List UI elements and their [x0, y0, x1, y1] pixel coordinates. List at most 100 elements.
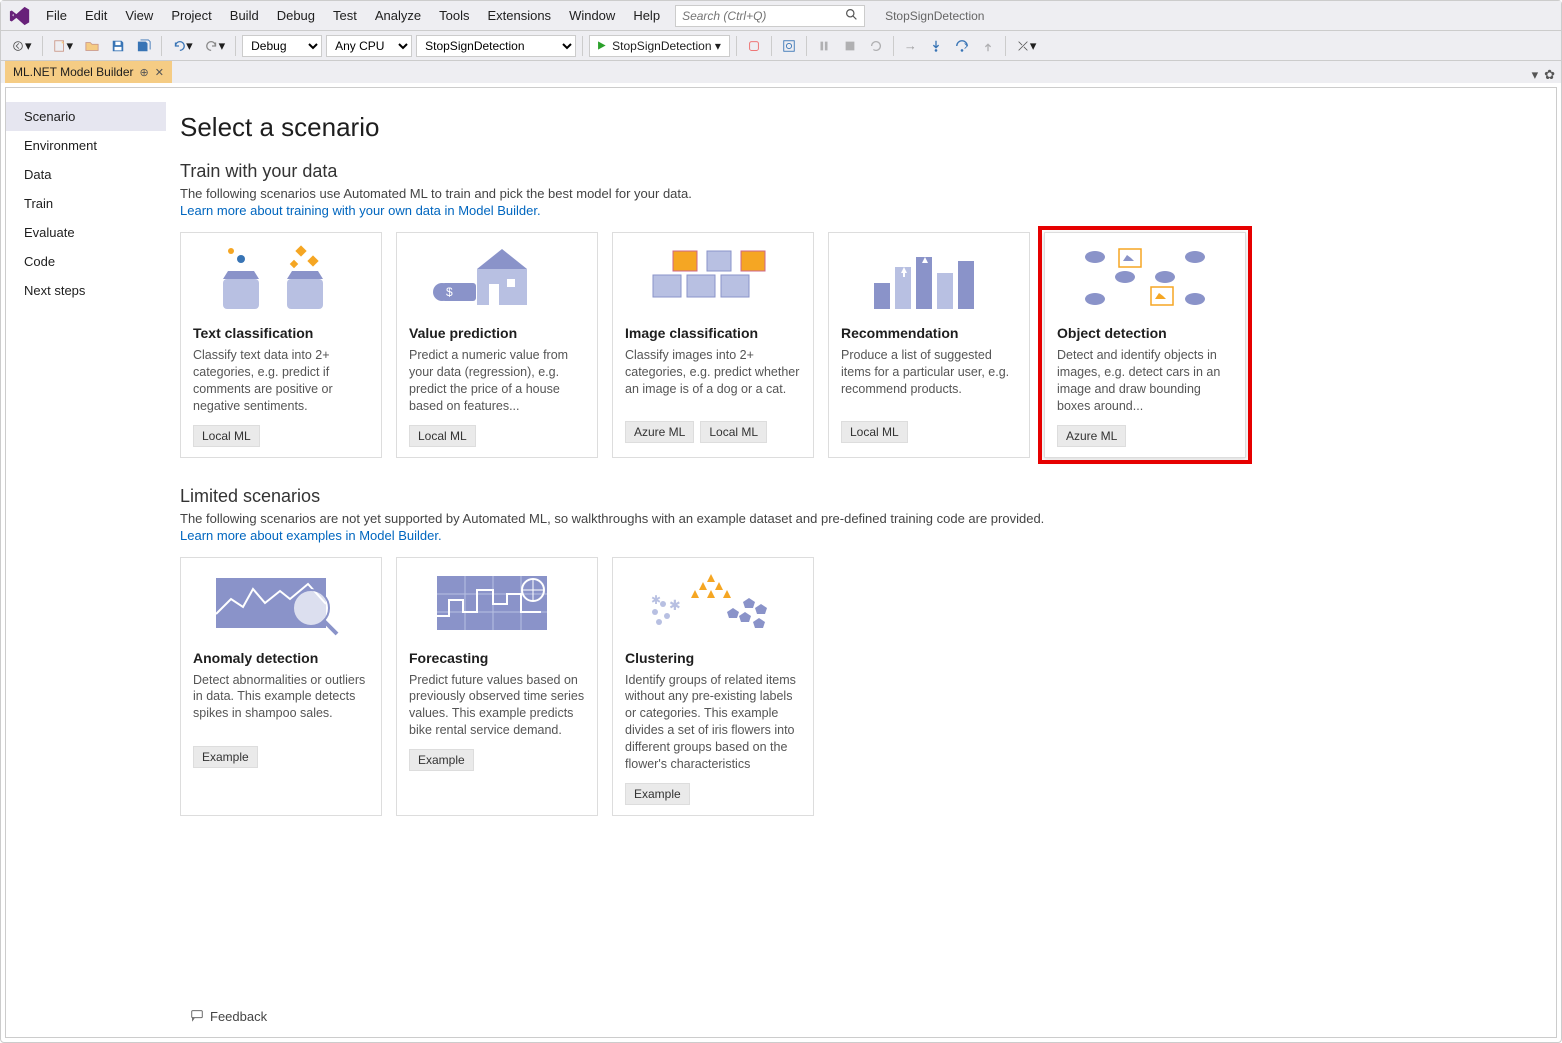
- card-title: Value prediction: [397, 325, 597, 347]
- save-icon[interactable]: [106, 35, 130, 57]
- quick-launch-search[interactable]: [675, 5, 865, 27]
- separator: [161, 36, 162, 56]
- sidebar-item-evaluate[interactable]: Evaluate: [6, 218, 166, 247]
- card-title: Clustering: [613, 650, 813, 672]
- card-tags: Local ML: [397, 415, 597, 447]
- feedback-link[interactable]: Feedback: [190, 1008, 267, 1025]
- card-tags: Local ML: [181, 415, 381, 447]
- scenario-card[interactable]: Recommendation Produce a list of suggest…: [828, 232, 1030, 458]
- step-over-icon[interactable]: [950, 35, 974, 57]
- menu-project[interactable]: Project: [162, 4, 220, 27]
- content-area: Select a scenario Train with your data T…: [166, 88, 1556, 1037]
- document-tabstrip: ML.NET Model Builder ⊕ ✕ ▾ ✿: [1, 61, 1561, 83]
- sidebar-item-next-steps[interactable]: Next steps: [6, 276, 166, 305]
- tab-options-icon[interactable]: ✿: [1544, 67, 1555, 83]
- document-tab-model-builder[interactable]: ML.NET Model Builder ⊕ ✕: [5, 61, 172, 83]
- scenario-tag: Local ML: [841, 421, 908, 443]
- section-heading-train: Train with your data: [180, 161, 1516, 182]
- menu-view[interactable]: View: [116, 4, 162, 27]
- save-all-icon[interactable]: [132, 35, 156, 57]
- card-title: Recommendation: [829, 325, 1029, 347]
- start-button-label: StopSignDetection: [612, 39, 711, 53]
- step-next-icon[interactable]: →: [899, 35, 922, 57]
- editor-surface: Scenario Environment Data Train Evaluate…: [5, 87, 1557, 1038]
- menu-debug[interactable]: Debug: [268, 4, 324, 27]
- browse-icon[interactable]: [777, 35, 801, 57]
- card-illustration-icon: [181, 558, 381, 650]
- card-description: Predict future values based on previousl…: [397, 672, 597, 740]
- card-tags: Example: [181, 736, 381, 768]
- stop-icon[interactable]: [838, 35, 862, 57]
- scenario-card[interactable]: Object detection Detect and identify obj…: [1044, 232, 1246, 458]
- search-icon: [845, 8, 858, 24]
- separator: [736, 36, 737, 56]
- wizard-sidebar: Scenario Environment Data Train Evaluate…: [6, 88, 166, 1037]
- scenario-tag: Azure ML: [1057, 425, 1126, 447]
- sidebar-item-train[interactable]: Train: [6, 189, 166, 218]
- card-description: Detect and identify objects in images, e…: [1045, 347, 1245, 415]
- scenario-card[interactable]: Text classification Classify text data i…: [180, 232, 382, 458]
- menu-extensions[interactable]: Extensions: [478, 4, 560, 27]
- card-illustration-icon: [181, 233, 381, 325]
- start-debugging-button[interactable]: StopSignDetection ▾: [589, 35, 730, 57]
- search-input[interactable]: [682, 9, 845, 23]
- configuration-select[interactable]: Debug: [242, 35, 322, 57]
- scenario-card[interactable]: Anomaly detection Detect abnormalities o…: [180, 557, 382, 816]
- card-description: Classify images into 2+ categories, e.g.…: [613, 347, 813, 411]
- menu-build[interactable]: Build: [221, 4, 268, 27]
- undo-icon[interactable]: ▾: [167, 35, 198, 57]
- card-tags: Azure MLLocal ML: [613, 411, 813, 443]
- learn-more-limited-link[interactable]: Learn more about examples in Model Build…: [180, 528, 442, 543]
- scenario-card[interactable]: $ Value prediction Predict a numeric val…: [396, 232, 598, 458]
- step-into-icon[interactable]: [924, 35, 948, 57]
- menu-window[interactable]: Window: [560, 4, 624, 27]
- tab-title: ML.NET Model Builder: [13, 65, 134, 79]
- pin-tab-icon[interactable]: ⊕: [140, 66, 149, 79]
- menu-edit[interactable]: Edit: [76, 4, 116, 27]
- separator: [806, 36, 807, 56]
- platform-select[interactable]: Any CPU: [326, 35, 412, 57]
- svg-text:$: $: [446, 285, 453, 299]
- card-illustration-icon: ✱✱: [613, 558, 813, 650]
- tab-overflow-icon[interactable]: ▾: [1532, 67, 1539, 83]
- step-out-icon[interactable]: [976, 35, 1000, 57]
- back-dropdown-icon[interactable]: ▾: [6, 35, 37, 57]
- page-title: Select a scenario: [180, 112, 1516, 143]
- menu-test[interactable]: Test: [324, 4, 366, 27]
- sidebar-item-data[interactable]: Data: [6, 160, 166, 189]
- scenario-cards-limited: Anomaly detection Detect abnormalities o…: [180, 557, 1516, 816]
- separator: [582, 36, 583, 56]
- startup-project-select[interactable]: StopSignDetection: [416, 35, 576, 57]
- hot-reload-icon[interactable]: ▾: [1011, 35, 1042, 57]
- sidebar-item-code[interactable]: Code: [6, 247, 166, 276]
- scenario-card[interactable]: Image classification Classify images int…: [612, 232, 814, 458]
- scenario-card[interactable]: ✱✱ Clustering Identify groups of related…: [612, 557, 814, 816]
- menu-help[interactable]: Help: [624, 4, 669, 27]
- card-illustration-icon: $: [397, 233, 597, 325]
- learn-more-train-link[interactable]: Learn more about training with your own …: [180, 203, 541, 218]
- menu-file[interactable]: File: [37, 4, 76, 27]
- redo-icon[interactable]: ▾: [200, 35, 231, 57]
- feedback-icon: [190, 1008, 204, 1025]
- separator: [235, 36, 236, 56]
- scenario-tag: Local ML: [409, 425, 476, 447]
- pause-icon[interactable]: [812, 35, 836, 57]
- card-title: Text classification: [181, 325, 381, 347]
- attach-icon[interactable]: [742, 35, 766, 57]
- sidebar-item-environment[interactable]: Environment: [6, 131, 166, 160]
- visual-studio-logo-icon: [9, 5, 31, 27]
- menu-analyze[interactable]: Analyze: [366, 4, 430, 27]
- new-item-icon[interactable]: ▾: [48, 35, 79, 57]
- card-illustration-icon: [829, 233, 1029, 325]
- close-tab-icon[interactable]: ✕: [155, 66, 164, 79]
- card-title: Anomaly detection: [181, 650, 381, 672]
- restart-icon[interactable]: [864, 35, 888, 57]
- open-file-icon[interactable]: [80, 35, 104, 57]
- scenario-card[interactable]: Forecasting Predict future values based …: [396, 557, 598, 816]
- menu-tools[interactable]: Tools: [430, 4, 478, 27]
- card-tags: Local ML: [829, 411, 1029, 443]
- sidebar-item-scenario[interactable]: Scenario: [6, 102, 166, 131]
- separator: [1005, 36, 1006, 56]
- feedback-label: Feedback: [210, 1009, 267, 1024]
- toolbar: ▾ ▾ ▾ ▾ Debug Any CPU StopSignDetection …: [1, 31, 1561, 61]
